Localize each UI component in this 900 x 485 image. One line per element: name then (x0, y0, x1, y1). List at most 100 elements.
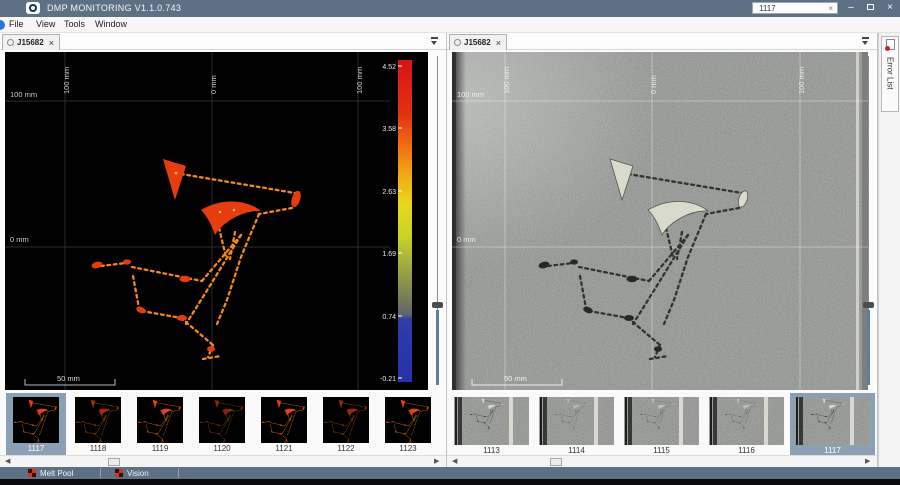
menu-view[interactable]: View (36, 19, 55, 29)
y-tick-label: 100 mm (10, 90, 37, 99)
scroll-right-icon[interactable]: ▶ (865, 457, 870, 465)
scrollbar-thumb[interactable] (550, 458, 562, 466)
x-tick-label: 100 mm (502, 67, 511, 94)
thumbnail-1117[interactable]: 1117 (6, 393, 66, 455)
vision-tabstrip: J15682 × (447, 33, 877, 50)
app-icon (26, 2, 40, 14)
menu-file[interactable]: File (9, 19, 24, 29)
status-tab-label: Melt Pool (40, 468, 74, 478)
colorbar-tick: 0.74 (382, 314, 396, 321)
record-icon (454, 39, 461, 46)
frame-number-input[interactable]: 1117 × (752, 2, 838, 14)
thumbnail-label: 1120 (213, 444, 231, 453)
desktop-strip (0, 479, 900, 485)
thumbnail-1119[interactable]: 1119 (130, 393, 190, 455)
colorbar-tick: 3.58 (382, 126, 396, 133)
tab-j15682-meltpool[interactable]: J15682 × (2, 34, 60, 50)
record-icon (7, 39, 14, 46)
error-list-tab[interactable]: Error List (881, 36, 899, 112)
vision-scrollbar[interactable]: ◀ ▶ (447, 455, 877, 467)
x-tick-label: 100 mm (797, 67, 806, 94)
y-tick-label: 100 mm (457, 90, 484, 99)
melt-pool-tabstrip: J15682 × (0, 33, 446, 50)
vision-thumbnails: 1113 1114 1115 1116 1117 (447, 392, 877, 455)
thumbnail-1122[interactable]: 1122 (316, 393, 376, 455)
thumbnail-label: 1121 (275, 444, 293, 453)
x-tick-label: 0 mm (209, 75, 218, 94)
scrollbar-thumb[interactable] (108, 458, 120, 466)
slider-fill (867, 310, 870, 385)
thumbnail-1120[interactable]: 1120 (192, 393, 252, 455)
dock-menu-icon[interactable] (861, 37, 870, 46)
slider-handle[interactable] (863, 302, 874, 308)
vision-panel: J15682 × 100 mm 0 mm 100 mm 100 mm 0 mm … (447, 33, 878, 467)
x-tick-label: 100 mm (62, 67, 71, 94)
titlebar: DMP MONITORING V1.1.0.743 1117 × – × (0, 0, 900, 17)
scale-label: 50 mm (504, 374, 527, 383)
scale-label: 50 mm (57, 374, 80, 383)
edge-artifact-icon (0, 20, 5, 30)
slider-fill (436, 310, 439, 385)
app-window: DMP MONITORING V1.1.0.743 1117 × – × Fil… (0, 0, 900, 485)
thumbnail-label: 1117 (27, 444, 45, 453)
vision-icon (115, 469, 123, 477)
thumbnail-label: 1122 (337, 444, 355, 453)
thumbnail-label: 1123 (399, 444, 417, 453)
thumbnail-1121[interactable]: 1121 (254, 393, 314, 455)
menu-tools[interactable]: Tools (64, 19, 85, 29)
restore-button[interactable] (862, 1, 878, 15)
colorbar-tick: 4.52 (382, 64, 396, 71)
clear-icon[interactable]: × (828, 4, 833, 13)
slider-handle[interactable] (432, 302, 443, 308)
thumbnail-1115[interactable]: 1115 (620, 393, 703, 455)
separator (178, 468, 179, 478)
y-tick-label: 0 mm (10, 235, 29, 244)
scroll-left-icon[interactable]: ◀ (5, 457, 10, 465)
menubar: File View Tools Window (0, 17, 900, 33)
thumbnail-label: 1115 (653, 446, 670, 455)
status-tab-vision[interactable]: Vision (115, 467, 149, 479)
thumbnail-1114[interactable]: 1114 (535, 393, 618, 455)
melt-pool-icon (28, 469, 36, 477)
thumbnail-label: 1113 (483, 446, 500, 455)
thumbnail-1117[interactable]: 1117 (790, 393, 875, 455)
melt-pool-scrollbar[interactable]: ◀ ▶ (0, 455, 446, 467)
thumbnail-1123[interactable]: 1123 (378, 393, 438, 455)
vision-layer-slider[interactable] (860, 52, 878, 390)
close-button[interactable]: × (882, 1, 898, 15)
colorbar-tick: -0.21 (380, 376, 396, 383)
thumbnail-label: 1118 (89, 444, 107, 453)
thumbnail-1118[interactable]: 1118 (68, 393, 128, 455)
close-icon[interactable]: × (496, 38, 501, 48)
thumbnail-1116[interactable]: 1116 (705, 393, 788, 455)
frame-number-value: 1117 (759, 4, 776, 13)
colorbar-tick: 1.69 (382, 251, 396, 258)
status-tab-melt-pool[interactable]: Melt Pool (28, 467, 73, 479)
thumbnail-label: 1116 (738, 446, 755, 455)
vision-image[interactable]: 100 mm 0 mm 100 mm 100 mm 0 mm 50 mm (452, 52, 868, 395)
scroll-right-icon[interactable]: ▶ (434, 457, 439, 465)
x-tick-label: 0 mm (649, 75, 658, 94)
tab-label: J15682 (17, 38, 44, 47)
thumbnail-label: 1119 (151, 444, 169, 453)
tab-j15682-vision[interactable]: J15682 × (449, 34, 507, 50)
right-dock-strip: Error List (878, 33, 900, 467)
thumbnail-1113[interactable]: 1113 (450, 393, 533, 455)
restore-icon (866, 4, 874, 10)
thumbnail-label: 1114 (568, 446, 585, 455)
y-tick-label: 0 mm (457, 235, 476, 244)
separator (100, 468, 101, 478)
error-list-label: Error List (885, 57, 895, 90)
statusbar: Melt Pool Vision (0, 467, 900, 479)
minimize-button[interactable]: – (843, 1, 859, 15)
close-icon[interactable]: × (49, 38, 54, 48)
status-tab-label: Vision (127, 468, 149, 478)
menu-window[interactable]: Window (95, 19, 127, 29)
melt-pool-plot[interactable]: 100 mm 0 mm 100 mm 100 mm 0 mm 4.52 3.58… (5, 52, 428, 395)
melt-pool-layer-slider[interactable] (429, 52, 447, 390)
dock-menu-icon[interactable] (430, 37, 439, 46)
melt-pool-panel: J15682 × 100 mm 0 mm 100 mm 100 mm 0 mm (0, 33, 447, 467)
melt-pool-thumbnails: 1117 1118 1119 1120 1121 1122 1123 (0, 392, 446, 455)
scroll-left-icon[interactable]: ◀ (452, 457, 457, 465)
camera-lens-icon (29, 4, 37, 12)
